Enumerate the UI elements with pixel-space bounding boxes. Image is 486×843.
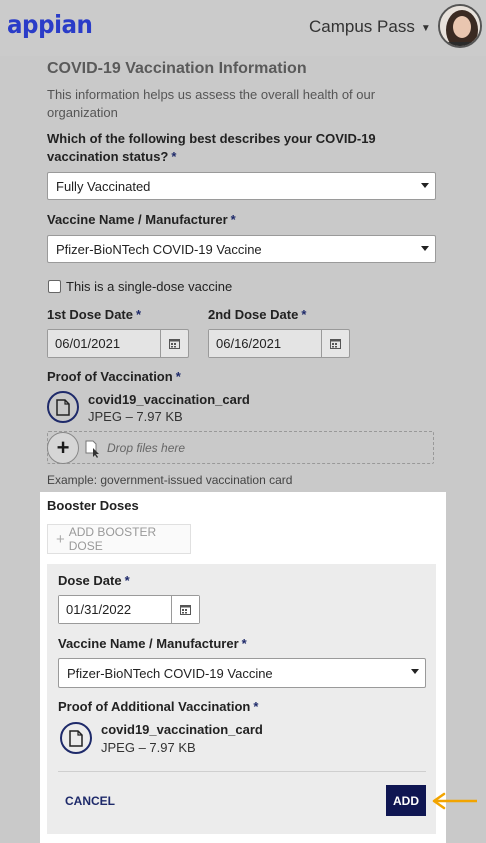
dose1-label-text: 1st Dose Date [47, 307, 133, 322]
single-dose-checkbox-row[interactable]: This is a single-dose vaccine [48, 279, 232, 294]
avatar[interactable] [438, 4, 482, 48]
cancel-button[interactable]: CANCEL [65, 794, 115, 808]
booster-title: Booster Doses [47, 498, 139, 513]
required-marker: * [135, 307, 142, 322]
file-icon [47, 391, 79, 423]
dose2-label: 2nd Dose Date * [208, 306, 306, 324]
plus-icon: + [56, 530, 65, 548]
required-marker: * [175, 369, 181, 384]
required-marker: * [241, 636, 247, 651]
dropdown-arrow-icon [421, 246, 429, 251]
dose1-label: 1st Dose Date * [47, 306, 141, 324]
vaccine-label: Vaccine Name / Manufacturer * [47, 211, 236, 229]
calendar-icon[interactable] [160, 330, 188, 357]
form-title: COVID-19 Vaccination Information [47, 60, 307, 77]
vaccination-status-value: Fully Vaccinated [56, 178, 151, 194]
proof-label: Proof of Vaccination * [47, 368, 181, 386]
add-button[interactable]: ADD [386, 785, 426, 816]
booster-vaccine-label: Vaccine Name / Manufacturer * [58, 635, 247, 653]
annotation-arrow-icon [430, 791, 480, 816]
form-description: This information helps us assess the ove… [47, 87, 376, 120]
booster-vaccine-label-text: Vaccine Name / Manufacturer [58, 636, 239, 651]
vaccine-manufacturer-value: Pfizer-BioNTech COVID-19 Vaccine [56, 241, 262, 257]
dose2-date-value[interactable]: 06/16/2021 [209, 330, 321, 357]
site-menu[interactable]: Campus Pass ▼ [309, 17, 431, 37]
dose2-date-field[interactable]: 06/16/2021 [208, 329, 350, 358]
status-question-line2: vaccination status? [47, 149, 169, 164]
calendar-icon[interactable] [321, 330, 349, 357]
calendar-icon[interactable] [171, 596, 199, 623]
booster-vaccine-select[interactable]: Pfizer-BioNTech COVID-19 Vaccine [58, 658, 426, 688]
single-dose-checkbox[interactable] [48, 280, 61, 293]
booster-file-meta: JPEG – 7.97 KB [101, 740, 196, 755]
vaccination-status-select[interactable]: Fully Vaccinated [47, 172, 436, 200]
booster-date-value[interactable]: 01/31/2022 [59, 596, 171, 623]
upload-plus-button[interactable]: + [47, 432, 79, 464]
required-marker: * [301, 307, 307, 322]
dropdown-arrow-icon [421, 183, 429, 188]
dropdown-arrow-icon [411, 669, 419, 674]
booster-date-field[interactable]: 01/31/2022 [58, 595, 200, 624]
vaccine-manufacturer-select[interactable]: Pfizer-BioNTech COVID-19 Vaccine [47, 235, 436, 263]
dose1-date-value[interactable]: 06/01/2021 [48, 330, 160, 357]
divider [58, 771, 426, 772]
single-dose-label: This is a single-dose vaccine [66, 279, 233, 294]
drop-placeholder: Drop files here [107, 441, 186, 455]
booster-proof-label: Proof of Additional Vaccination * [58, 698, 258, 716]
status-question: Which of the following best describes yo… [47, 130, 407, 166]
file-cursor-icon [85, 440, 101, 463]
dose1-date-field[interactable]: 06/01/2021 [47, 329, 189, 358]
booster-dose-card: Dose Date * 01/31/2022 Vaccine Name / Man… [47, 564, 436, 834]
booster-proof-label-text: Proof of Additional Vaccination [58, 699, 251, 714]
required-marker: * [230, 212, 236, 227]
vaccine-label-text: Vaccine Name / Manufacturer [47, 212, 228, 227]
chevron-down-icon: ▼ [420, 22, 431, 34]
required-marker: * [253, 699, 259, 714]
required-marker: * [171, 149, 177, 164]
site-menu-label: Campus Pass [309, 17, 415, 36]
file-icon [60, 722, 92, 754]
appian-logo[interactable]: appian [7, 10, 93, 39]
add-booster-dose-label: ADD BOOSTER DOSE [68, 525, 157, 553]
status-question-line1: Which of the following best describes yo… [47, 131, 376, 146]
booster-section: Booster Doses + ADD BOOSTER DOSE Dose Da… [40, 492, 446, 843]
proof-file-name[interactable]: covid19_vaccination_card [88, 392, 250, 407]
file-drop-zone[interactable] [47, 431, 434, 464]
booster-file-name[interactable]: covid19_vaccination_card [101, 722, 263, 737]
booster-vaccine-value: Pfizer-BioNTech COVID-19 Vaccine [67, 665, 273, 681]
booster-date-label-text: Dose Date [58, 573, 122, 588]
required-marker: * [124, 573, 130, 588]
header: appian Campus Pass ▼ [0, 0, 486, 56]
add-booster-dose-button[interactable]: + ADD BOOSTER DOSE [47, 524, 191, 554]
proof-file-meta: JPEG – 7.97 KB [88, 409, 183, 424]
proof-hint: Example: government-issued vaccination c… [47, 473, 293, 487]
proof-label-text: Proof of Vaccination [47, 369, 173, 384]
dose2-label-text: 2nd Dose Date [208, 307, 299, 322]
booster-date-label: Dose Date * [58, 572, 130, 590]
